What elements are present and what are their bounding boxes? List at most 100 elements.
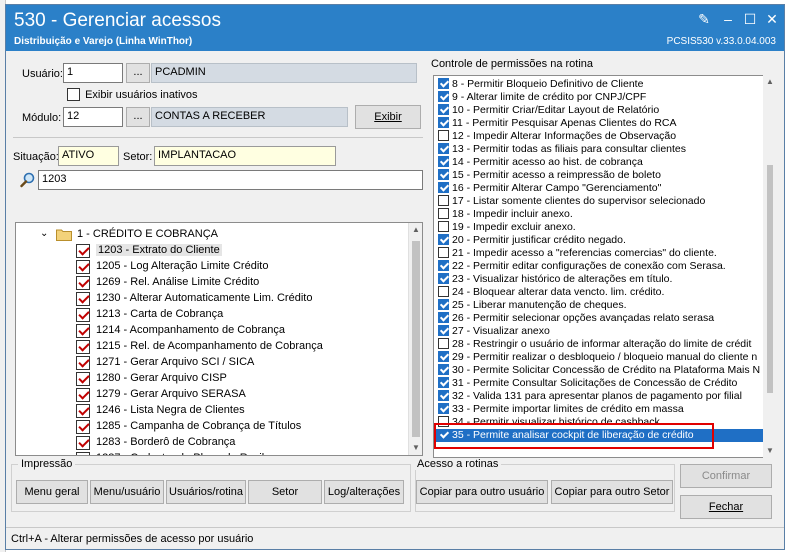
tree-folder-row[interactable]: ⌄ 1 - CRÉDITO E COBRANÇA [40, 227, 400, 243]
tree-item[interactable]: 1213 - Carta de Cobrança [76, 307, 406, 323]
checked-checkbox-icon[interactable] [438, 325, 449, 336]
tree-item[interactable]: 1283 - Borderô de Cobrança [76, 435, 406, 451]
permission-item[interactable]: 8 - Permitir Bloqueio Definitivo de Clie… [434, 78, 764, 91]
show-button[interactable]: Exibir [355, 105, 421, 129]
permission-item[interactable]: 11 - Permitir Pesquisar Apenas Clientes … [434, 117, 764, 130]
checked-checkbox-icon[interactable] [438, 117, 449, 128]
tree-scrollbar[interactable]: ▲ ▼ [408, 223, 422, 455]
permission-item[interactable]: 26 - Permitir selecionar opções avançada… [434, 312, 764, 325]
permission-item[interactable]: 21 - Impedir acesso a "referencias comer… [434, 247, 764, 260]
scroll-up-icon[interactable]: ▲ [409, 223, 422, 237]
checkmark-icon[interactable] [76, 420, 90, 434]
permission-item[interactable]: 32 - Valida 131 para apresentar planos d… [434, 390, 764, 403]
permission-item[interactable]: 15 - Permitir acesso a reimpressão de bo… [434, 169, 764, 182]
scroll-down-icon[interactable]: ▼ [409, 441, 422, 455]
tree-item[interactable]: 1230 - Alterar Automaticamente Lim. Créd… [76, 291, 406, 307]
tree-item[interactable]: 1285 - Campanha de Cobrança de Títulos [76, 419, 406, 435]
unchecked-checkbox-icon[interactable] [438, 195, 449, 206]
permission-item[interactable]: 17 - Listar somente clientes do supervis… [434, 195, 764, 208]
show-inactive-users-checkbox[interactable]: Exibir usuários inativos [67, 88, 198, 101]
unchecked-checkbox-icon[interactable] [438, 286, 449, 297]
permission-item[interactable]: 28 - Restringir o usuário de informar al… [434, 338, 764, 351]
permission-item[interactable]: 33 - Permite importar limites de crédito… [434, 403, 764, 416]
checked-checkbox-icon[interactable] [438, 143, 449, 154]
tree-item[interactable]: 1271 - Gerar Arquivo SCI / SICA [76, 355, 406, 371]
menu-user-button[interactable]: Menu/usuário [90, 480, 164, 504]
checkmark-icon[interactable] [76, 356, 90, 370]
permission-item[interactable]: 18 - Impedir incluir anexo. [434, 208, 764, 221]
checked-checkbox-icon[interactable] [438, 312, 449, 323]
tree-item[interactable]: 1205 - Log Alteração Limite Crédito [76, 259, 406, 275]
permission-item[interactable]: 14 - Permitir acesso ao hist. de cobranç… [434, 156, 764, 169]
checked-checkbox-icon[interactable] [438, 182, 449, 193]
tree-item[interactable]: 1214 - Acompanhamento de Cobrança [76, 323, 406, 339]
checked-checkbox-icon[interactable] [438, 299, 449, 310]
checked-checkbox-icon[interactable] [438, 273, 449, 284]
permission-item[interactable]: 31 - Permite Consultar Solicitações de C… [434, 377, 764, 390]
copy-to-user-button[interactable]: Copiar para outro usuário [416, 480, 548, 504]
permission-item[interactable]: 12 - Impedir Alterar Informações de Obse… [434, 130, 764, 143]
permission-item[interactable]: 30 - Permite Solicitar Concessão de Créd… [434, 364, 764, 377]
unchecked-checkbox-icon[interactable] [438, 208, 449, 219]
checkmark-icon[interactable] [76, 276, 90, 290]
checked-checkbox-icon[interactable] [438, 234, 449, 245]
checkmark-icon[interactable] [76, 340, 90, 354]
permission-item[interactable]: 25 - Liberar manutenção de cheques. [434, 299, 764, 312]
permission-item[interactable]: 22 - Permitir editar configurações de co… [434, 260, 764, 273]
checked-checkbox-icon[interactable] [438, 377, 449, 388]
permission-item[interactable]: 19 - Impedir excluir anexo. [434, 221, 764, 234]
routine-tree[interactable]: ⌄ 1 - CRÉDITO E COBRANÇA 1203 - Extrato … [15, 222, 423, 456]
checkmark-icon[interactable] [76, 260, 90, 274]
checkmark-icon[interactable] [76, 372, 90, 386]
search-input[interactable]: 1203 [38, 170, 423, 190]
user-search-button[interactable]: ... [126, 63, 150, 83]
checkmark-icon[interactable] [76, 452, 90, 455]
permission-item[interactable]: 29 - Permitir realizar o desbloqueio / b… [434, 351, 764, 364]
checkmark-icon[interactable] [76, 244, 90, 258]
tree-item[interactable]: 1279 - Gerar Arquivo SERASA [76, 387, 406, 403]
permissions-scrollbar[interactable]: ▲ ▼ [763, 75, 777, 458]
checkmark-icon[interactable] [76, 292, 90, 306]
checked-checkbox-icon[interactable] [438, 364, 449, 375]
checked-checkbox-icon[interactable] [438, 403, 449, 414]
scroll-up-icon[interactable]: ▲ [763, 75, 777, 89]
maximize-icon[interactable]: ☐ [740, 10, 760, 28]
unchecked-checkbox-icon[interactable] [438, 247, 449, 258]
tree-item[interactable]: 1269 - Rel. Análise Limite Crédito [76, 275, 406, 291]
checked-checkbox-icon[interactable] [438, 390, 449, 401]
checked-checkbox-icon[interactable] [438, 156, 449, 167]
checked-checkbox-icon[interactable] [438, 104, 449, 115]
checked-checkbox-icon[interactable] [438, 351, 449, 362]
tree-item[interactable]: 1287 - Cadastro de Plano de Rasilas [76, 451, 406, 455]
permission-item[interactable]: 13 - Permitir todas as filiais para cons… [434, 143, 764, 156]
checked-checkbox-icon[interactable] [438, 169, 449, 180]
permission-item[interactable]: 23 - Visualizar histórico de alterações … [434, 273, 764, 286]
tree-item[interactable]: 1246 - Lista Negra de Clientes [76, 403, 406, 419]
close-icon[interactable]: ✕ [762, 10, 782, 28]
checked-checkbox-icon[interactable] [438, 260, 449, 271]
tree-item[interactable]: 1203 - Extrato do Cliente [76, 243, 406, 259]
checkmark-icon[interactable] [76, 324, 90, 338]
checked-checkbox-icon[interactable] [438, 91, 449, 102]
copy-to-sector-button[interactable]: Copiar para outro Setor [551, 480, 673, 504]
scroll-down-icon[interactable]: ▼ [763, 444, 777, 458]
tree-item[interactable]: 1280 - Gerar Arquivo CISP [76, 371, 406, 387]
edit-icon[interactable]: ✎ [694, 10, 714, 28]
change-log-button[interactable]: Log/alterações [324, 480, 404, 504]
users-routine-button[interactable]: Usuários/rotina [166, 480, 246, 504]
scrollbar-thumb[interactable] [767, 165, 773, 393]
permission-item[interactable]: 10 - Permitir Criar/Editar Layout de Rel… [434, 104, 764, 117]
permission-item[interactable]: 9 - Alterar limite de crédito por CNPJ/C… [434, 91, 764, 104]
permissions-list[interactable]: 8 - Permitir Bloqueio Definitivo de Clie… [433, 75, 769, 458]
permission-item[interactable]: 27 - Visualizar anexo [434, 325, 764, 338]
module-code-input[interactable]: 12 [63, 107, 123, 127]
checkmark-icon[interactable] [76, 388, 90, 402]
checkmark-icon[interactable] [76, 308, 90, 322]
chevron-down-icon[interactable]: ⌄ [40, 228, 48, 239]
permission-item[interactable]: 20 - Permitir justificar crédito negado. [434, 234, 764, 247]
confirm-button[interactable]: Confirmar [680, 464, 772, 488]
permission-item[interactable]: 16 - Permitir Alterar Campo "Gerenciamen… [434, 182, 764, 195]
module-search-button[interactable]: ... [126, 107, 150, 127]
checkbox-box[interactable] [67, 88, 80, 101]
tree-item[interactable]: 1215 - Rel. de Acompanhamento de Cobranç… [76, 339, 406, 355]
